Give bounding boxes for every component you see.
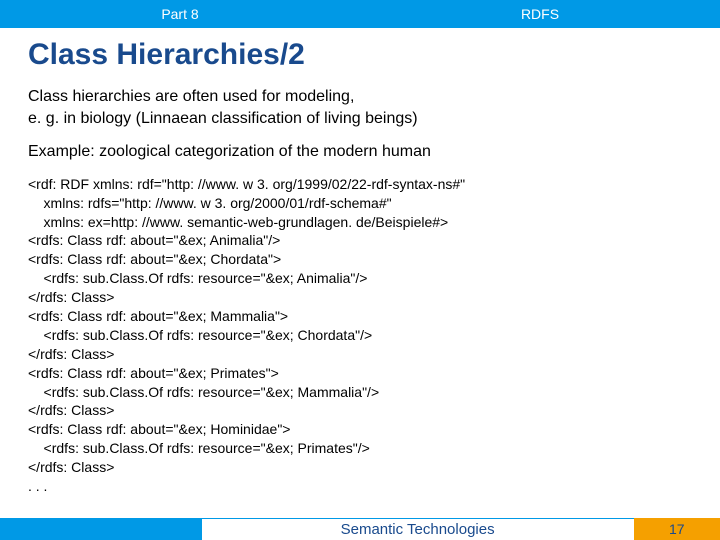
slide-title: Class Hierarchies/2 bbox=[28, 38, 692, 72]
slide-header: Part 8 RDFS bbox=[0, 0, 720, 28]
footer-accent-bar bbox=[0, 518, 202, 540]
header-part-label: Part 8 bbox=[0, 6, 360, 22]
slide-content: Class Hierarchies/2 Class hierarchies ar… bbox=[0, 28, 720, 496]
rdf-code-block: <rdf: RDF xmlns: rdf="http: //www. w 3. … bbox=[28, 175, 692, 496]
intro-paragraph: Class hierarchies are often used for mod… bbox=[28, 86, 692, 129]
slide-footer: Semantic Technologies 17 bbox=[0, 518, 720, 540]
page-number: 17 bbox=[634, 518, 720, 540]
example-paragraph: Example: zoological categorization of th… bbox=[28, 141, 692, 163]
header-topic-label: RDFS bbox=[360, 6, 720, 22]
footer-course-title: Semantic Technologies bbox=[202, 518, 634, 540]
